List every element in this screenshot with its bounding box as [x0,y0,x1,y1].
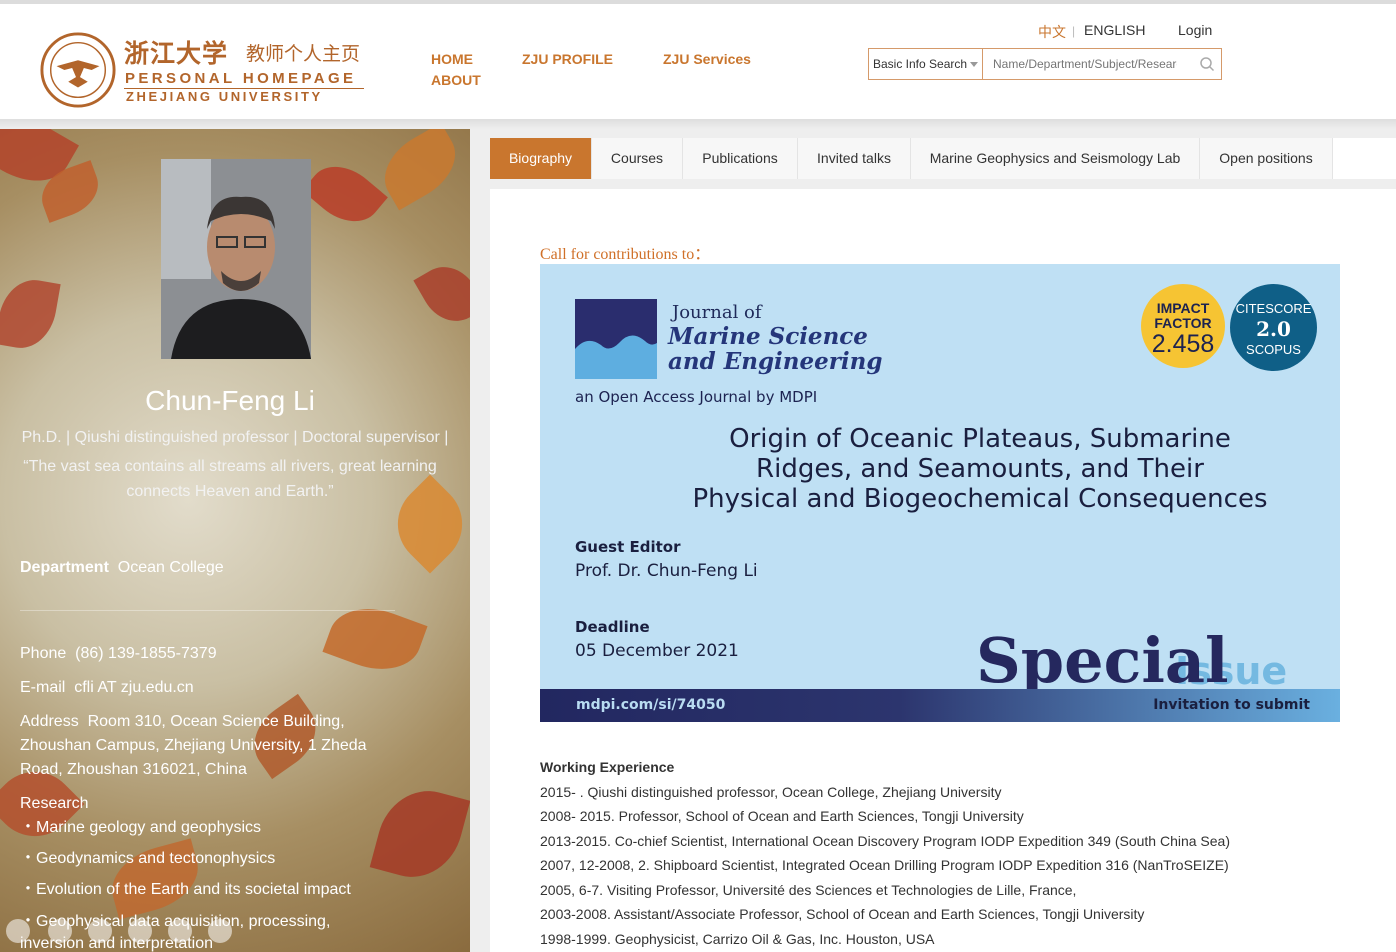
email-row: E-mail cfli AT zju.edu.cn [20,676,194,700]
banner-url[interactable]: mdpi.com/si/74050 [576,697,725,713]
department-row: Department Ocean College [20,556,224,580]
leaf-decoration [0,274,61,354]
call-for-contributions: Call for contributions to： [540,246,711,263]
divider [20,610,395,611]
search-icon[interactable] [1199,56,1215,72]
experience-item: 1998-1999. Geophysicist, Carrizo Oil & G… [540,931,935,947]
journal-logo [575,299,657,379]
impact-label: IMPACT [1156,300,1210,316]
search-type-select[interactable]: Basic Info Search [869,49,983,79]
tab-biography[interactable]: Biography [490,138,592,179]
journal-name: Marine Science and Engineering [668,324,882,374]
factor-label: FACTOR [1154,315,1212,331]
nav-zju-profile[interactable]: ZJU PROFILE [522,51,613,67]
impact-factor-value: 2.458 [1151,330,1215,358]
experience-item: 2007, 12-2008, 2. Shipboard Scientist, I… [540,857,1229,873]
leaf-decoration [369,780,470,888]
experience-item: 2003-2008. Assistant/Associate Professor… [540,906,1145,922]
special-issue-title: Origin of Oceanic Plateaus, Submarine Ri… [680,424,1280,514]
journal-name-line2: and Engineering [668,348,883,375]
logo-english-university: ZHEJIANG UNIVERSITY [126,89,323,104]
tab-invited-talks[interactable]: Invited talks [798,138,911,179]
impact-factor-badge: IMPACT FACTOR 2.458 [1141,284,1225,368]
email-value: cfli AT zju.edu.cn [74,679,194,696]
special-word: Special [976,624,1229,697]
profile-name: Chun-Feng Li [145,385,315,416]
address-label: Address [20,713,79,730]
lang-english[interactable]: ENGLISH [1084,22,1145,38]
weibo-icon[interactable] [6,919,30,943]
linkedin-icon[interactable] [208,919,232,943]
banner-footer-bar: mdpi.com/si/74050 Invitation to submit [540,689,1340,722]
portrait-image [161,159,311,359]
special-issue-banner[interactable]: Journal of Marine Science and Engineerin… [540,264,1340,722]
invitation-to-submit: Invitation to submit [1153,697,1310,713]
title-line3: Physical and Biogeochemical Consequences [692,484,1268,514]
login-link[interactable]: Login [1178,22,1212,38]
tab-open-positions[interactable]: Open positions [1200,138,1333,179]
experience-item: 2015- . Qiushi distinguished professor, … [540,784,1002,800]
journal-name-line1: Marine Science [668,323,868,350]
title-line2: Ridges, and Seamounts, and Their [756,454,1204,484]
leaf-decoration [322,595,428,683]
lang-chinese[interactable]: 中文 [1038,22,1066,42]
nav-about[interactable]: ABOUT [431,72,481,88]
citescore-label: CITESCORE [1235,301,1312,316]
tab-lab[interactable]: Marine Geophysics and Seismology Lab [911,138,1200,179]
search-input[interactable] [987,49,1183,79]
profile-photo [161,159,311,359]
deadline-label: Deadline [575,618,650,636]
tab-courses[interactable]: Courses [592,138,683,179]
profile-sidebar: Chun-Feng Li Ph.D. | Qiushi distinguishe… [0,129,470,952]
leaf-decoration [413,255,470,333]
address-row: Address Room 310, Ocean Science Building… [20,710,380,782]
research-item: ・Marine geology and geophysics [20,819,262,836]
department-value: Ocean College [117,559,224,576]
phone-row: Phone (86) 139-1855-7379 [20,642,217,666]
site-header: 浙江大学 教师个人主页 PERSONAL HOMEPAGE ZHEJIANG U… [0,4,1396,119]
research-item: ・Geodynamics and tectonophysics [20,850,276,867]
qq-icon[interactable] [48,919,72,943]
chevron-down-icon [970,62,978,67]
guest-editor-name: Prof. Dr. Chun-Feng Li [575,561,758,581]
research-item: ・Evolution of the Earth and its societal… [20,881,351,898]
wechat-icon[interactable] [88,919,112,943]
phone-label: Phone [20,645,67,662]
zju-seal-logo[interactable] [39,31,117,109]
email-label: E-mail [20,679,66,696]
nav-zju-services[interactable]: ZJU Services [663,51,751,67]
search-box: Basic Info Search [868,48,1222,80]
wave-icon [575,335,657,379]
title-line1: Origin of Oceanic Plateaus, Submarine [729,424,1231,454]
experience-item: 2005, 6-7. Visiting Professor, Universit… [540,882,1077,898]
experience-item: 2013-2015. Co-chief Scientist, Internati… [540,833,1230,849]
logo-english-title: PERSONAL HOMEPAGE [125,70,357,87]
lang-separator: | [1072,24,1076,38]
deadline-date: 05 December 2021 [575,641,739,661]
journal-of: Journal of [672,302,762,323]
search-type-label: Basic Info Search [873,57,968,71]
guest-editor-label: Guest Editor [575,538,681,556]
logo-chinese-subtitle: 教师个人主页 [246,43,361,65]
douban-icon[interactable] [128,919,152,943]
citescore-value: 2.0 [1256,317,1291,341]
tab-publications[interactable]: Publications [683,138,798,179]
profile-titles: Ph.D. | Qiushi distinguished professor |… [21,429,449,446]
header-shadow [0,119,1396,129]
department-label: Department [20,559,109,576]
citescore-badge: CITESCORE 2.0 SCOPUS [1230,284,1317,371]
phone-value: (86) 139-1855-7379 [75,645,217,662]
citescore-source: SCOPUS [1246,342,1301,357]
experience-item: 2008- 2015. Professor, School of Ocean a… [540,808,1024,824]
logo-chinese-name: 浙江大学 [124,39,229,68]
profile-quote: “The vast sea contains all streams all r… [23,458,437,500]
experience-heading: Working Experience [540,759,675,775]
open-access-note: an Open Access Journal by MDPI [575,388,818,406]
qzone-icon[interactable] [168,919,192,943]
leaf-decoration [302,152,388,236]
tabbar-gap [490,179,1396,189]
nav-home[interactable]: HOME [431,51,473,67]
research-label: Research [20,795,89,812]
